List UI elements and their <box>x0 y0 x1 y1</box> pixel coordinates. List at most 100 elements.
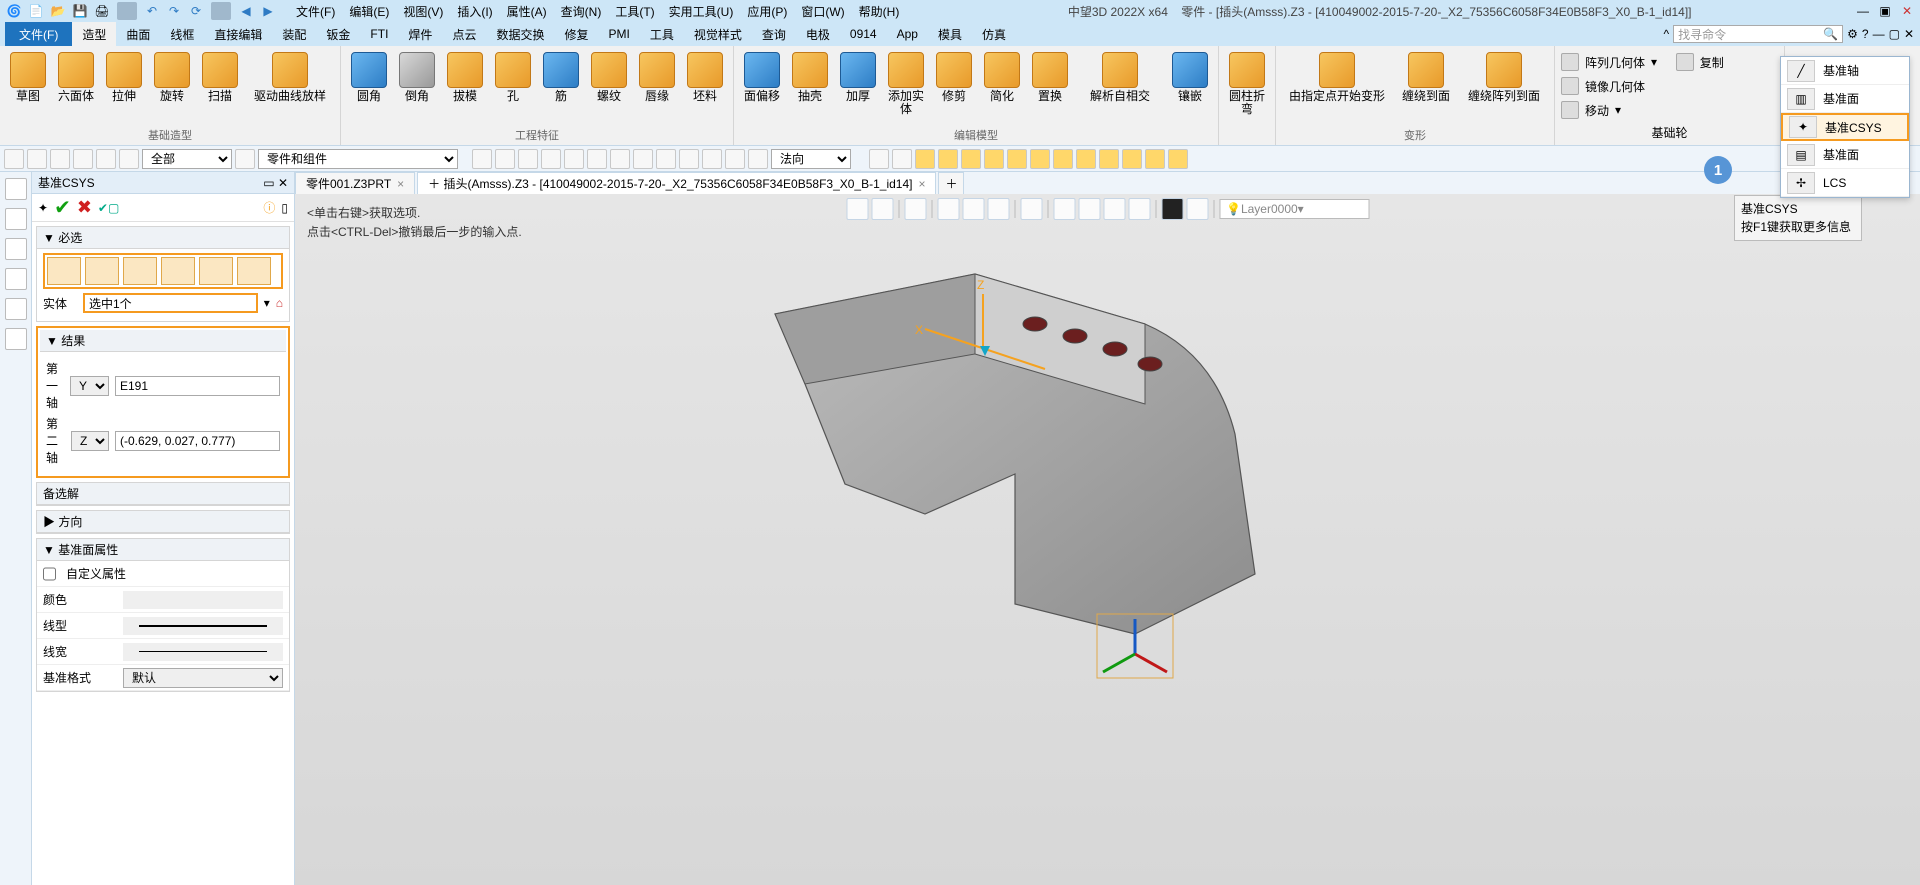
dir-combo[interactable]: 法向 <box>771 149 851 169</box>
tb-icon[interactable] <box>1168 149 1188 169</box>
tab-surface[interactable]: 曲面 <box>116 22 160 46</box>
tb-icon[interactable] <box>961 149 981 169</box>
tab-tools[interactable]: 工具 <box>640 22 684 46</box>
linetype-swatch[interactable] <box>123 617 283 635</box>
mode-4[interactable] <box>161 257 195 285</box>
menu-app[interactable]: 应用(P) <box>741 3 793 20</box>
new-icon[interactable]: 📄 <box>26 2 46 20</box>
btn-thread[interactable]: 螺纹 <box>587 50 631 125</box>
tb-icon[interactable] <box>50 149 70 169</box>
btn-replace[interactable]: 置换 <box>1028 50 1072 125</box>
tab-wire[interactable]: 线框 <box>160 22 204 46</box>
tb-icon[interactable] <box>119 149 139 169</box>
collapse-ribbon-icon[interactable]: ^ <box>1664 27 1670 41</box>
mdi-max-icon[interactable]: ▢ <box>1889 27 1900 41</box>
menu-window[interactable]: 窗口(W) <box>795 3 850 20</box>
format-combo[interactable]: 默认 <box>123 668 283 688</box>
section-required[interactable]: ▼ 必选 <box>37 227 289 249</box>
axis1-dir[interactable]: Y <box>70 376 109 396</box>
tab-data[interactable]: 数据交换 <box>486 22 554 46</box>
btn-simplify[interactable]: 简化 <box>980 50 1024 125</box>
tb-icon[interactable] <box>702 149 722 169</box>
rail-views-icon[interactable] <box>5 238 27 260</box>
ct-icon[interactable] <box>871 198 893 220</box>
open-icon[interactable]: 📂 <box>48 2 68 20</box>
btn-add[interactable]: 添加实体 <box>884 50 928 125</box>
tab-repair[interactable]: 修复 <box>554 22 598 46</box>
tab-elec[interactable]: 电极 <box>796 22 840 46</box>
ct-icon[interactable] <box>1128 198 1150 220</box>
ct-icon[interactable] <box>1186 198 1208 220</box>
parts-combo[interactable]: 零件和组件 <box>258 149 458 169</box>
axis2-value[interactable] <box>115 431 280 451</box>
btn-sweep[interactable]: 扫描 <box>198 50 242 125</box>
tb-icon[interactable] <box>235 149 255 169</box>
mirror-button[interactable]: 镜像几何体 <box>1561 74 1778 98</box>
btn-revolve[interactable]: 旋转 <box>150 50 194 125</box>
tb-icon[interactable] <box>748 149 768 169</box>
ct-icon[interactable] <box>937 198 959 220</box>
btn-sketch[interactable]: 草图 <box>6 50 50 125</box>
doc-tab-active[interactable]: ＋ 插头(Amsss).Z3 - [410049002-2015-7-20-_X… <box>417 172 936 194</box>
rail-render-icon[interactable] <box>5 268 27 290</box>
color-swatch[interactable] <box>1161 198 1183 220</box>
menu-file[interactable]: 文件(F) <box>290 3 341 20</box>
btn-offset[interactable]: 面偏移 <box>740 50 784 125</box>
tb-icon[interactable] <box>1053 149 1073 169</box>
datum-axis[interactable]: ╱基准轴 <box>1781 57 1909 85</box>
tb-icon[interactable] <box>1099 149 1119 169</box>
tb-icon[interactable] <box>4 149 24 169</box>
tab-pmi[interactable]: PMI <box>598 22 639 46</box>
tb-icon[interactable] <box>472 149 492 169</box>
axis2-dir[interactable]: Z <box>71 431 109 451</box>
entity-input[interactable] <box>83 293 258 313</box>
datum-csys[interactable]: ✦基准CSYS <box>1781 113 1909 141</box>
btn-hole[interactable]: 孔 <box>491 50 535 125</box>
search-icon[interactable]: 🔍 <box>1823 27 1838 41</box>
section-datumprops[interactable]: ▼ 基准面属性 <box>37 539 289 561</box>
close-icon[interactable]: ✕ <box>1898 4 1916 18</box>
btn-wraparr[interactable]: 缠绕阵列到面 <box>1460 50 1548 125</box>
btn-fillet[interactable]: 圆角 <box>347 50 391 125</box>
tb-icon[interactable] <box>518 149 538 169</box>
tb-icon[interactable] <box>633 149 653 169</box>
menu-tools[interactable]: 工具(T) <box>609 3 660 20</box>
tab-pcloud[interactable]: 点云 <box>442 22 486 46</box>
ct-icon[interactable] <box>962 198 984 220</box>
tb-icon[interactable] <box>915 149 935 169</box>
tb-icon[interactable] <box>892 149 912 169</box>
tb-icon[interactable] <box>610 149 630 169</box>
menu-insert[interactable]: 插入(I) <box>451 3 498 20</box>
tb-icon[interactable] <box>1122 149 1142 169</box>
tb-icon[interactable] <box>1030 149 1050 169</box>
section-alt[interactable]: 备选解 <box>37 483 289 505</box>
refresh-icon[interactable]: ⟳ <box>186 2 206 20</box>
mode-6[interactable] <box>237 257 271 285</box>
tab-sheet[interactable]: 钣金 <box>316 22 360 46</box>
tab-query[interactable]: 查询 <box>752 22 796 46</box>
mode-2[interactable] <box>85 257 119 285</box>
menu-util[interactable]: 实用工具(U) <box>663 3 740 20</box>
redo-icon[interactable]: ↷ <box>164 2 184 20</box>
tab-fti[interactable]: FTI <box>360 22 398 46</box>
cancel-button[interactable]: ✖ <box>77 197 92 218</box>
clear-icon[interactable]: ⌂ <box>276 296 283 310</box>
tb-icon[interactable] <box>27 149 47 169</box>
btn-inlay[interactable]: 镶嵌 <box>1168 50 1212 125</box>
panel-collapse-icon[interactable]: ▭ ✕ <box>263 176 288 190</box>
btn-stock[interactable]: 坯料 <box>683 50 727 125</box>
tb-icon[interactable] <box>73 149 93 169</box>
menu-props[interactable]: 属性(A) <box>501 3 553 20</box>
custom-check[interactable] <box>43 564 56 584</box>
btn-trim[interactable]: 修剪 <box>932 50 976 125</box>
tab-weld[interactable]: 焊件 <box>398 22 442 46</box>
menu-view[interactable]: 视图(V) <box>397 3 449 20</box>
btn-deform[interactable]: 由指定点开始变形 <box>1282 50 1392 125</box>
tb-icon[interactable] <box>1076 149 1096 169</box>
mdi-min-icon[interactable]: — <box>1873 27 1885 41</box>
tb-icon[interactable] <box>679 149 699 169</box>
tb-icon[interactable] <box>938 149 958 169</box>
datum-plane[interactable]: ▥基准面 <box>1781 85 1909 113</box>
tab-model[interactable]: 造型 <box>72 22 116 46</box>
btn-cylbend[interactable]: 圆柱折弯 <box>1225 50 1269 141</box>
